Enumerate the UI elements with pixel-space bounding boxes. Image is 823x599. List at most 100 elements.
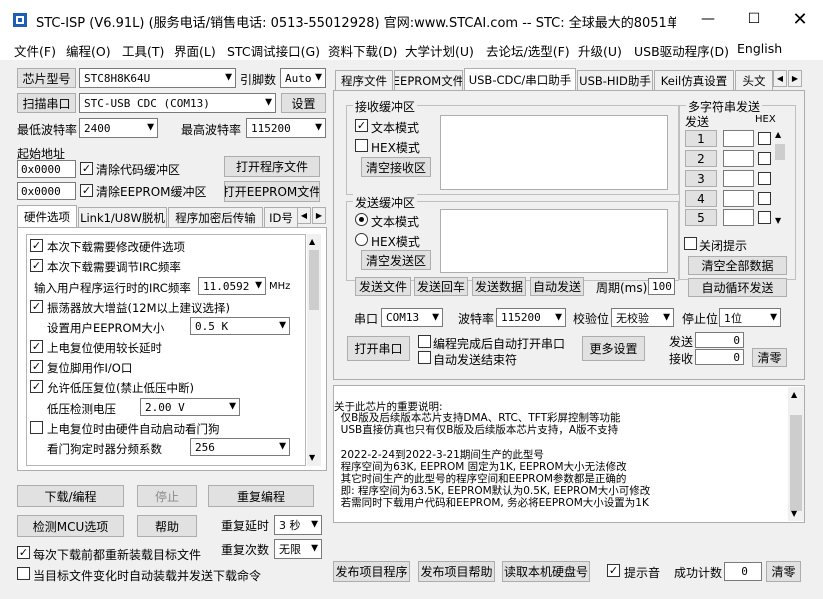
stop-button[interactable]: 停止 — [137, 485, 197, 507]
open-port-button[interactable]: 打开串口 — [347, 336, 410, 361]
tab-eeprom-file[interactable]: EEPROM文件 — [394, 70, 463, 90]
modify-hw-checkbox[interactable]: ✓ — [30, 239, 43, 252]
scroll-down-icon[interactable]: ▼ — [791, 509, 797, 518]
download-program-button[interactable]: 下载/编程 — [17, 485, 124, 507]
recv-hex-mode-checkbox[interactable] — [355, 139, 368, 152]
publish-program-button[interactable]: 发布项目程序 — [333, 561, 410, 582]
multi-hex-checkbox-4[interactable] — [758, 192, 771, 205]
period-input[interactable]: 100 — [648, 278, 675, 295]
clear-receive-button[interactable]: 清空接收区 — [361, 157, 431, 177]
menu-debug-interface[interactable]: STC调试接口(G) — [227, 41, 320, 60]
menu-english[interactable]: English — [737, 41, 782, 56]
chip-info-textarea[interactable]: 关于此芯片的重要说明: 仅B版及后续版本芯片支持DMA、RTC、TFT彩屏控制等… — [333, 385, 805, 523]
multi-send-button-5[interactable]: 5 — [685, 209, 717, 226]
multi-send-button-3[interactable]: 3 — [685, 170, 717, 187]
open-eeprom-file-button[interactable]: 打开EEPROM文件 — [224, 181, 320, 202]
publish-help-button[interactable]: 发布项目帮助 — [418, 561, 495, 582]
auto-loop-send-button[interactable]: 自动循环发送 — [688, 278, 787, 297]
auto-send-button[interactable]: 自动发送 — [530, 277, 584, 296]
stop-bits-select[interactable]: 1位 ▼ — [719, 308, 781, 327]
multi-scrollbar-thumb[interactable] — [775, 144, 785, 160]
tab-usb-hid[interactable]: USB-HID助手 — [577, 70, 653, 90]
tab-hardware-options[interactable]: 硬件选项 — [17, 205, 77, 227]
menu-program[interactable]: 编程(O) — [66, 41, 111, 60]
send-hex-mode-radio[interactable] — [355, 233, 368, 246]
adjust-irc-checkbox[interactable]: ✓ — [30, 259, 43, 272]
multi-send-button-4[interactable]: 4 — [685, 190, 717, 207]
menu-university[interactable]: 大学计划(U) — [405, 41, 474, 60]
hw-scrollbar[interactable]: ▲ ▼ — [307, 234, 321, 466]
menu-forum[interactable]: 去论坛/选型(F) — [486, 41, 570, 60]
multi-string-input-4[interactable] — [723, 190, 754, 207]
read-disk-number-button[interactable]: 读取本机硬盘号 — [502, 561, 590, 582]
menu-tools[interactable]: 工具(T) — [122, 41, 164, 60]
multi-string-scrollbar[interactable]: ▲ ▼ — [773, 128, 787, 228]
repeat-count-select[interactable]: 无限 ▼ — [274, 539, 322, 559]
receive-textarea[interactable] — [440, 115, 668, 190]
code-address-input[interactable]: 0x0000 — [17, 160, 76, 178]
multi-string-input-1[interactable] — [723, 130, 754, 147]
max-baud-select[interactable]: 115200 ▼ — [246, 118, 326, 138]
send-file-button[interactable]: 发送文件 — [355, 277, 411, 296]
pin-count-select[interactable]: Auto ▼ — [280, 68, 326, 88]
info-scrollbar[interactable]: ▲ ▼ — [788, 387, 804, 521]
chip-model-select[interactable]: STC8H8K64U ▼ — [79, 68, 236, 88]
multi-string-input-3[interactable] — [723, 170, 754, 187]
auto-open-port-checkbox[interactable] — [418, 335, 431, 348]
info-scrollbar-thumb[interactable] — [790, 415, 802, 511]
scroll-up-icon[interactable]: ▲ — [791, 390, 797, 399]
tab-header-file[interactable]: 头文 — [735, 70, 773, 90]
min-baud-select[interactable]: 2400 ▼ — [79, 118, 158, 138]
watchdog-checkbox[interactable] — [30, 421, 43, 434]
close-icon[interactable]: ✕ — [777, 0, 823, 38]
eeprom-size-select[interactable]: 0.5 K ▼ — [190, 317, 290, 335]
menu-usb-driver[interactable]: USB驱动程序(D) — [634, 41, 729, 60]
multi-string-input-2[interactable] — [723, 150, 754, 167]
tab-encrypted-transfer[interactable]: 程序加密后传输 — [168, 207, 263, 227]
clear-send-button[interactable]: 清空发送区 — [361, 250, 431, 270]
menu-interface[interactable]: 界面(L) — [174, 41, 216, 60]
auto-send-end-checkbox[interactable] — [418, 351, 431, 364]
long-reset-delay-checkbox[interactable]: ✓ — [30, 340, 43, 353]
detect-mcu-button[interactable]: 检测MCU选项 — [17, 515, 124, 537]
multi-hex-checkbox-5[interactable] — [758, 211, 771, 224]
beep-checkbox[interactable]: ✓ — [607, 564, 620, 577]
send-data-button[interactable]: 发送数据 — [472, 277, 526, 296]
tab-serial-assistant[interactable]: USB-CDC/串口助手 — [464, 68, 576, 90]
tab-scroll-right-icon[interactable]: ▶ — [312, 207, 326, 224]
irc-frequency-select[interactable]: 11.0592 ▼ — [198, 277, 266, 295]
maximize-icon[interactable]: ☐ — [731, 0, 777, 38]
open-program-file-button[interactable]: 打开程序文件 — [224, 156, 320, 177]
chip-model-button[interactable]: 芯片型号 — [17, 68, 76, 88]
menu-downloads[interactable]: 资料下载(D) — [328, 41, 397, 60]
reload-file-checkbox[interactable]: ✓ — [17, 546, 30, 559]
settings-button[interactable]: 设置 — [281, 93, 326, 113]
send-enter-button[interactable]: 发送回车 — [414, 277, 468, 296]
low-voltage-reset-checkbox[interactable]: ✓ — [30, 380, 43, 393]
auto-load-checkbox[interactable] — [17, 567, 30, 580]
low-voltage-select[interactable]: 2.00 V ▼ — [140, 398, 240, 416]
menu-upgrade[interactable]: 升级(U) — [578, 41, 622, 60]
clear-success-count-button[interactable]: 清零 — [766, 561, 801, 582]
scan-port-button[interactable]: 扫描串口 — [17, 93, 76, 113]
tab-scroll-left-icon[interactable]: ◀ — [773, 70, 787, 87]
serial-port-select[interactable]: COM13 ▼ — [381, 308, 443, 327]
port-select[interactable]: STC-USB CDC (COM13) ▼ — [79, 93, 276, 113]
clear-code-checkbox[interactable]: ✓ — [80, 162, 93, 175]
watchdog-divider-select[interactable]: 256 ▼ — [190, 438, 290, 456]
parity-select[interactable]: 无校验 ▼ — [611, 308, 674, 327]
hw-scrollbar-thumb[interactable] — [309, 250, 319, 310]
send-textarea[interactable] — [440, 209, 668, 273]
eeprom-address-input[interactable]: 0x0000 — [17, 182, 76, 200]
scroll-up-icon[interactable]: ▲ — [775, 130, 781, 139]
scroll-down-icon[interactable]: ▼ — [775, 216, 781, 225]
scroll-down-icon[interactable]: ▼ — [309, 453, 315, 462]
clear-all-data-button[interactable]: 清空全部数据 — [688, 256, 787, 275]
multi-hex-checkbox-2[interactable] — [758, 152, 771, 165]
tab-id[interactable]: ID号 — [264, 207, 298, 227]
recv-text-mode-checkbox[interactable]: ✓ — [355, 119, 368, 132]
tab-scroll-right-icon[interactable]: ▶ — [788, 70, 802, 87]
minimize-icon[interactable]: — — [685, 0, 731, 38]
tab-program-file[interactable]: 程序文件 — [335, 70, 393, 90]
reset-pin-io-checkbox[interactable]: ✓ — [30, 360, 43, 373]
